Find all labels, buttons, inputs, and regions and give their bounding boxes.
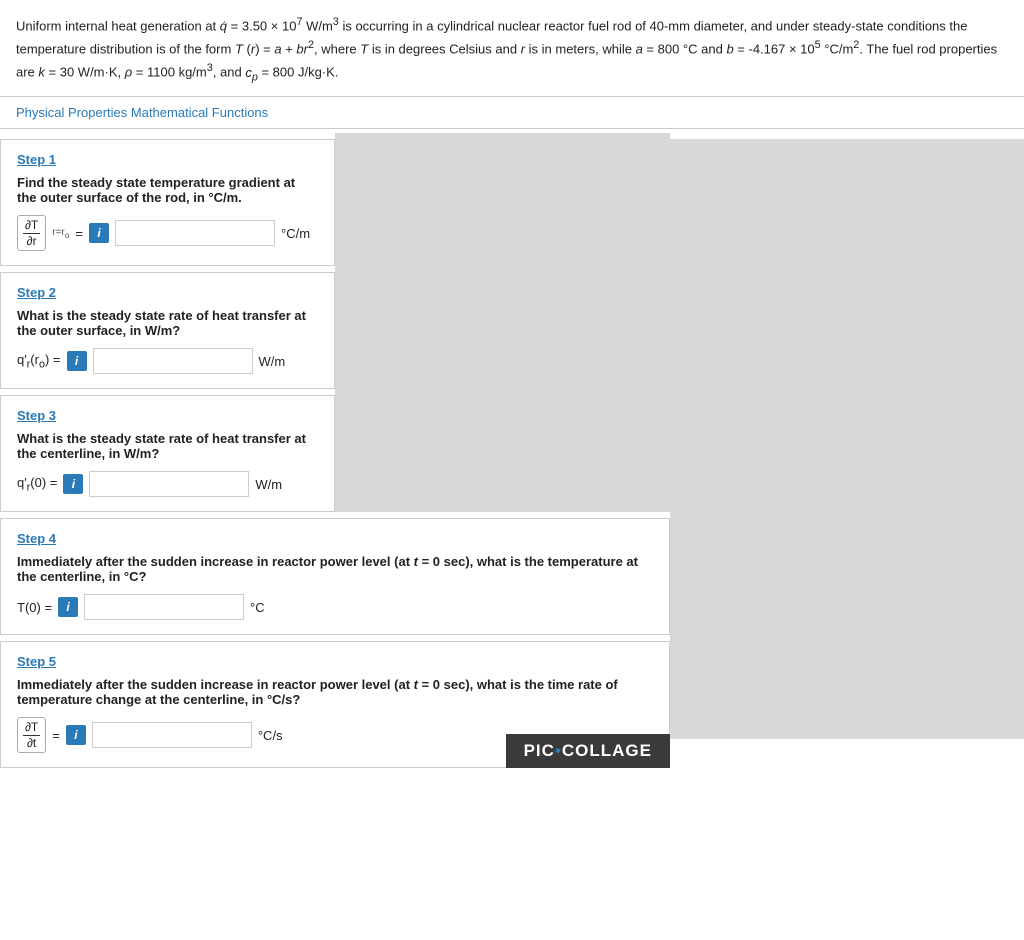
main-layout: Step 1 Find the steady state temperature… bbox=[0, 133, 1024, 768]
step5-question: Immediately after the sudden increase in… bbox=[17, 677, 653, 707]
step4-input[interactable] bbox=[84, 594, 244, 620]
step1-subscript: r=ro bbox=[52, 227, 69, 240]
step2-unit: W/m bbox=[259, 354, 286, 369]
step2-answer-row: q′r(ro) = i W/m bbox=[17, 348, 318, 374]
step2-input[interactable] bbox=[93, 348, 253, 374]
step2-label: q′r(ro) = bbox=[17, 352, 61, 371]
step4-card: Step 4 Immediately after the sudden incr… bbox=[0, 518, 670, 635]
step4-label: T(0) = bbox=[17, 600, 52, 615]
step1-answer-row: ∂T ∂r r=ro = i °C/m bbox=[17, 215, 318, 251]
step2-question: What is the steady state rate of heat tr… bbox=[17, 308, 318, 338]
step1-question: Find the steady state temperature gradie… bbox=[17, 175, 318, 205]
step2-content: Step 2 What is the steady state rate of … bbox=[0, 266, 335, 389]
step3-card: Step 3 What is the steady state rate of … bbox=[0, 395, 335, 512]
step2-row: Step 2 What is the steady state rate of … bbox=[0, 266, 670, 389]
bottom-section: Step 5 Immediately after the sudden incr… bbox=[0, 641, 670, 768]
step1-input[interactable] bbox=[115, 220, 275, 246]
step5-fraction: ∂T ∂t bbox=[17, 717, 46, 753]
step1-equals: = bbox=[75, 226, 83, 241]
step3-answer-row: q′r(0) = i W/m bbox=[17, 471, 318, 497]
step1-fraction: ∂T ∂r bbox=[17, 215, 46, 251]
step4-answer-row: T(0) = i °C bbox=[17, 594, 653, 620]
step1-unit: °C/m bbox=[281, 226, 310, 241]
step2-info-button[interactable]: i bbox=[67, 351, 87, 371]
step2-card: Step 2 What is the steady state rate of … bbox=[0, 272, 335, 389]
step3-question: What is the steady state rate of heat tr… bbox=[17, 431, 318, 461]
step1-title: Step 1 bbox=[17, 152, 318, 167]
step4-question: Immediately after the sudden increase in… bbox=[17, 554, 653, 584]
step4-unit: °C bbox=[250, 600, 265, 615]
step3-label: q′r(0) = bbox=[17, 475, 57, 494]
step3-row: Step 3 What is the steady state rate of … bbox=[0, 389, 670, 512]
step3-title: Step 3 bbox=[17, 408, 318, 423]
step3-info-button[interactable]: i bbox=[63, 474, 83, 494]
right-panel bbox=[670, 139, 1024, 739]
step5-input[interactable] bbox=[92, 722, 252, 748]
physical-properties-link[interactable]: Physical Properties Mathematical Functio… bbox=[0, 97, 1024, 129]
step3-content: Step 3 What is the steady state rate of … bbox=[0, 389, 335, 512]
steps-left: Step 1 Find the steady state temperature… bbox=[0, 133, 670, 768]
step5-equals: = bbox=[52, 728, 60, 743]
step3-unit: W/m bbox=[255, 477, 282, 492]
step1-content: Step 1 Find the steady state temperature… bbox=[0, 133, 335, 266]
step1-info-button[interactable]: i bbox=[89, 223, 109, 243]
step2-right-gray bbox=[335, 266, 670, 389]
problem-text: Uniform internal heat generation at q̇ =… bbox=[0, 0, 1024, 97]
pic-dot: • bbox=[555, 741, 562, 760]
step4-info-button[interactable]: i bbox=[58, 597, 78, 617]
step3-right-gray bbox=[335, 389, 670, 512]
step1-card: Step 1 Find the steady state temperature… bbox=[0, 139, 335, 266]
step5-info-button[interactable]: i bbox=[66, 725, 86, 745]
step5-title: Step 5 bbox=[17, 654, 653, 669]
step1-row: Step 1 Find the steady state temperature… bbox=[0, 133, 670, 266]
step3-input[interactable] bbox=[89, 471, 249, 497]
step4-title: Step 4 bbox=[17, 531, 653, 546]
step5-unit: °C/s bbox=[258, 728, 283, 743]
step2-title: Step 2 bbox=[17, 285, 318, 300]
step1-right-gray bbox=[335, 133, 670, 266]
pic-collage-badge: PIC•COLLAGE bbox=[506, 734, 670, 768]
